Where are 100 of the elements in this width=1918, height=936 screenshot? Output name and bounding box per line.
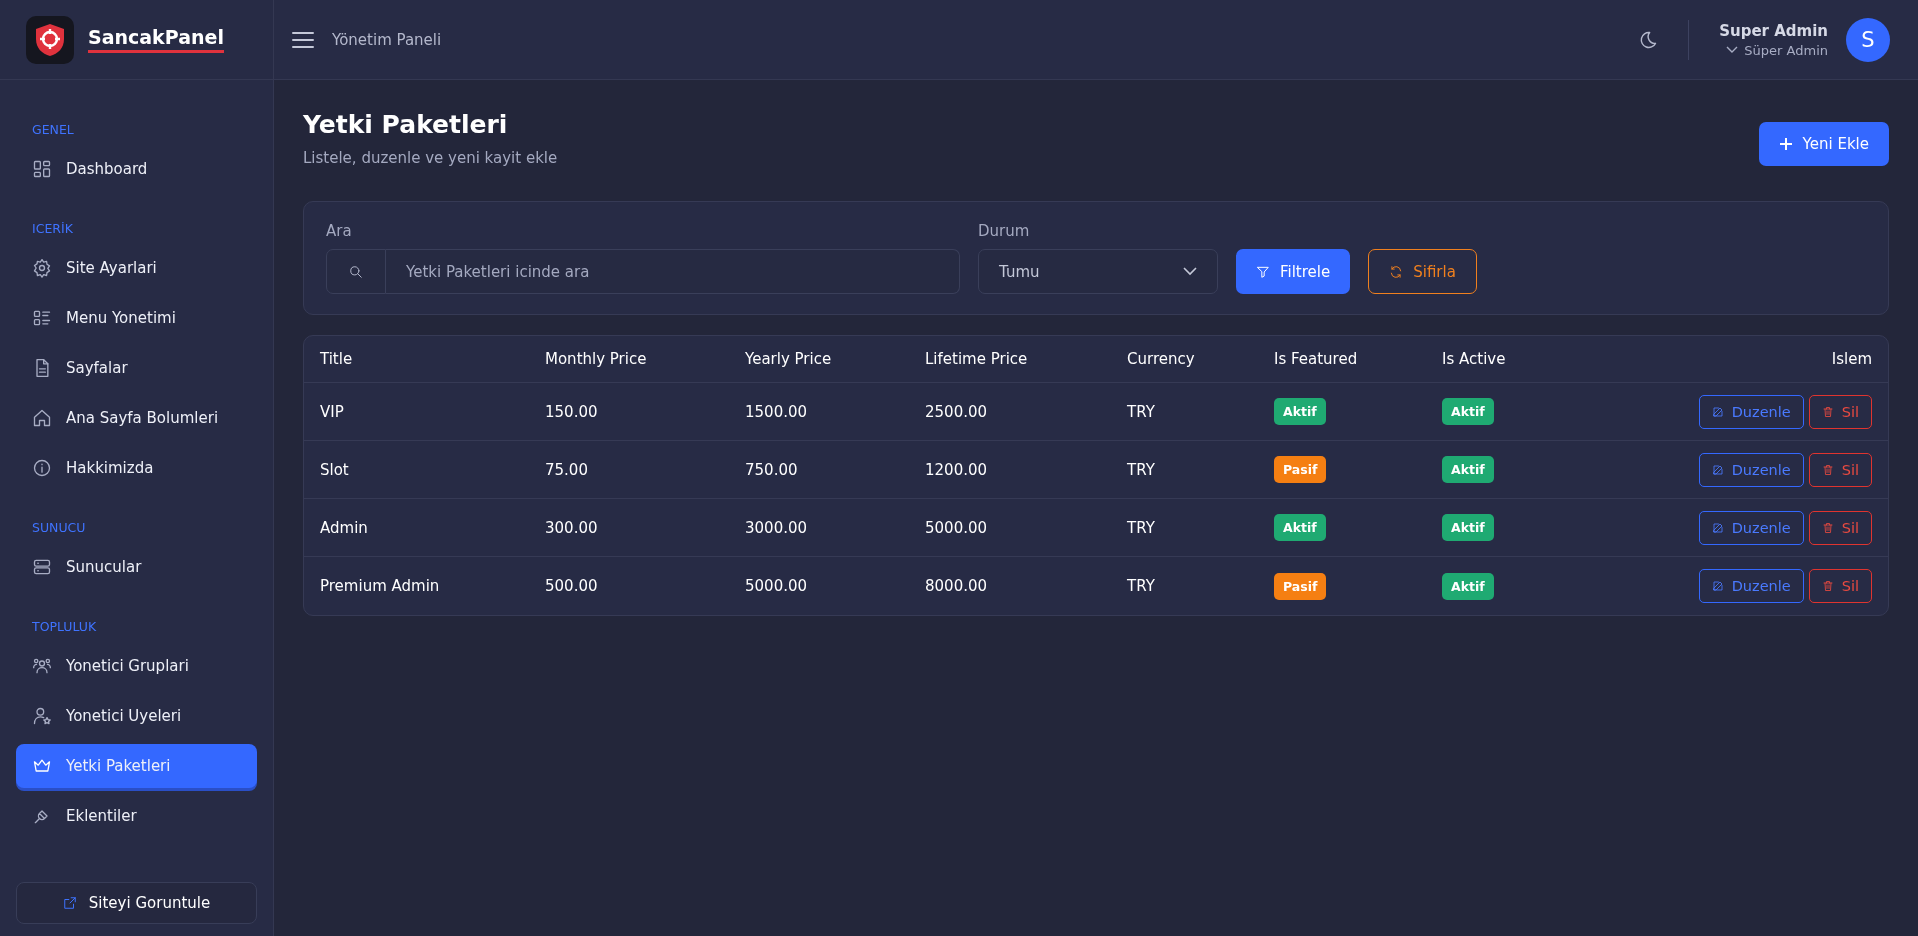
reset-button[interactable]: Sifirla: [1368, 249, 1477, 294]
sidebar-item[interactable]: Sayfalar: [16, 346, 257, 390]
table-cell-text: 1500.00: [745, 402, 809, 421]
table-cell-text: TRY: [1127, 518, 1156, 537]
table-cell-text: Slot: [320, 460, 350, 479]
delete-button[interactable]: Sil: [1808, 510, 1872, 545]
sidebar-item[interactable]: Hakkimizda: [16, 446, 257, 490]
list-icon: [32, 308, 52, 328]
status-badge: Pasif: [1274, 456, 1327, 483]
moon-icon[interactable]: [1638, 29, 1659, 50]
column-header: Currency: [1127, 350, 1196, 368]
trash-icon: [1821, 521, 1834, 534]
table-cell-text: 500.00: [545, 577, 599, 595]
table-cell-text: 5000.00: [925, 518, 989, 537]
delete-button[interactable]: Sil: [1808, 569, 1872, 603]
user-star-icon: [32, 706, 52, 726]
edit-button[interactable]: Duzenle: [1698, 394, 1804, 429]
view-site-link[interactable]: Siteyi Goruntule: [16, 882, 257, 924]
add-new-button[interactable]: Yeni Ekle: [1758, 122, 1889, 166]
field-label: Ara: [326, 222, 353, 240]
plus-icon: [1778, 137, 1793, 151]
status-badge: Aktif: [1442, 572, 1494, 600]
sidebar-item[interactable]: Eklentiler: [16, 794, 257, 838]
section-heading: GENEL: [31, 121, 75, 139]
pencil-icon: [1711, 405, 1724, 418]
user-role: Süper Admin: [1744, 42, 1828, 58]
column-header: Is Featured: [1274, 350, 1359, 368]
table-cell-text: VIP: [320, 402, 345, 421]
refresh-icon: [1389, 264, 1404, 279]
user-avatar[interactable]: S: [1846, 17, 1890, 62]
column-header: Islem: [1830, 350, 1872, 368]
trash-icon: [1821, 405, 1834, 418]
search-field[interactable]: Yetki Paketleri icinde ara: [386, 249, 960, 294]
sidebar-item[interactable]: Yonetici Uyeleri: [16, 694, 257, 738]
table-cell-text: Admin: [320, 518, 369, 537]
edit-button[interactable]: Duzenle: [1698, 452, 1804, 487]
edit-button[interactable]: Duzenle: [1698, 510, 1804, 545]
section-heading: TOPLULUK: [31, 618, 98, 636]
table-cell-text: TRY: [1127, 460, 1156, 479]
funnel-icon: [1256, 264, 1270, 279]
sidebar-item[interactable]: Sunucular: [16, 545, 257, 589]
sidebar-item[interactable]: Yonetici Gruplari: [16, 644, 257, 688]
table-cell-text: 750.00: [745, 460, 799, 479]
field-label: Durum: [978, 222, 1031, 240]
column-header: Title: [320, 350, 354, 368]
table-cell-text: 300.00: [545, 518, 599, 537]
external-link-icon: [62, 896, 77, 910]
user-name: Super Admin: [1719, 21, 1828, 40]
search-icon: [326, 249, 386, 294]
status-dropdown[interactable]: Tumu: [978, 249, 1218, 294]
delete-button[interactable]: Sil: [1808, 452, 1872, 487]
sidebar-item[interactable]: Site Ayarlari: [16, 246, 257, 290]
table-cell-text: TRY: [1127, 577, 1156, 595]
grid-icon: [32, 159, 52, 179]
group-icon: [32, 656, 52, 676]
status-badge: Aktif: [1442, 398, 1494, 425]
table-cell-text: 75.00: [545, 460, 589, 479]
sidebar-item[interactable]: Ana Sayfa Bolumleri: [16, 396, 257, 440]
status-badge: Aktif: [1274, 514, 1326, 541]
chevron-down-icon[interactable]: [1726, 46, 1739, 54]
section-heading: SUNUCU: [31, 519, 87, 537]
delete-button[interactable]: Sil: [1808, 394, 1872, 429]
trash-icon: [1821, 580, 1834, 592]
table-cell-text: Premium Admin: [320, 577, 441, 595]
pencil-icon: [1711, 580, 1724, 592]
table-cell-text: 8000.00: [925, 577, 989, 595]
table-cell-text: 2500.00: [925, 402, 989, 421]
home-icon: [32, 408, 52, 428]
trash-icon: [1821, 463, 1834, 476]
sidebar-item[interactable]: Menu Yonetimi: [16, 296, 257, 340]
table-cell-text: 150.00: [545, 402, 599, 421]
column-header: Monthly Price: [545, 350, 648, 368]
sidebar-item[interactable]: Yetki Paketleri: [16, 744, 257, 788]
table-cell-text: 3000.00: [745, 518, 809, 537]
table-cell-text: 1200.00: [925, 460, 989, 479]
server-icon: [32, 557, 52, 577]
column-header: Is Active: [1442, 350, 1507, 368]
edit-button[interactable]: Duzenle: [1698, 569, 1804, 603]
column-header: Lifetime Price: [925, 350, 1029, 368]
section-heading: ICERİK: [31, 220, 74, 238]
status-badge: Pasif: [1274, 572, 1327, 600]
column-header: Yearly Price: [745, 350, 833, 368]
pencil-icon: [1711, 463, 1724, 476]
page-subtitle: Listele, duzenle ve yeni kayit ekle: [303, 149, 558, 167]
menu-icon[interactable]: [292, 30, 314, 49]
table-cell-text: TRY: [1127, 402, 1156, 421]
table-cell-text: 5000.00: [745, 577, 809, 595]
status-badge: Aktif: [1442, 456, 1494, 483]
status-badge: Aktif: [1442, 514, 1494, 541]
info-icon: [32, 458, 52, 478]
gear-icon: [32, 258, 52, 278]
chevron-down-icon: [1183, 267, 1197, 276]
filter-button[interactable]: Filtrele: [1236, 249, 1351, 294]
status-badge: Aktif: [1274, 398, 1326, 425]
sidebar-item[interactable]: Dashboard: [16, 147, 257, 191]
pencil-icon: [1711, 521, 1724, 534]
brand-name: SancakPanel: [88, 26, 224, 53]
breadcrumb: Yönetim Paneli: [332, 30, 443, 49]
shield-logo-icon: [26, 15, 74, 64]
page-title: Yetki Paketleri: [303, 110, 509, 139]
